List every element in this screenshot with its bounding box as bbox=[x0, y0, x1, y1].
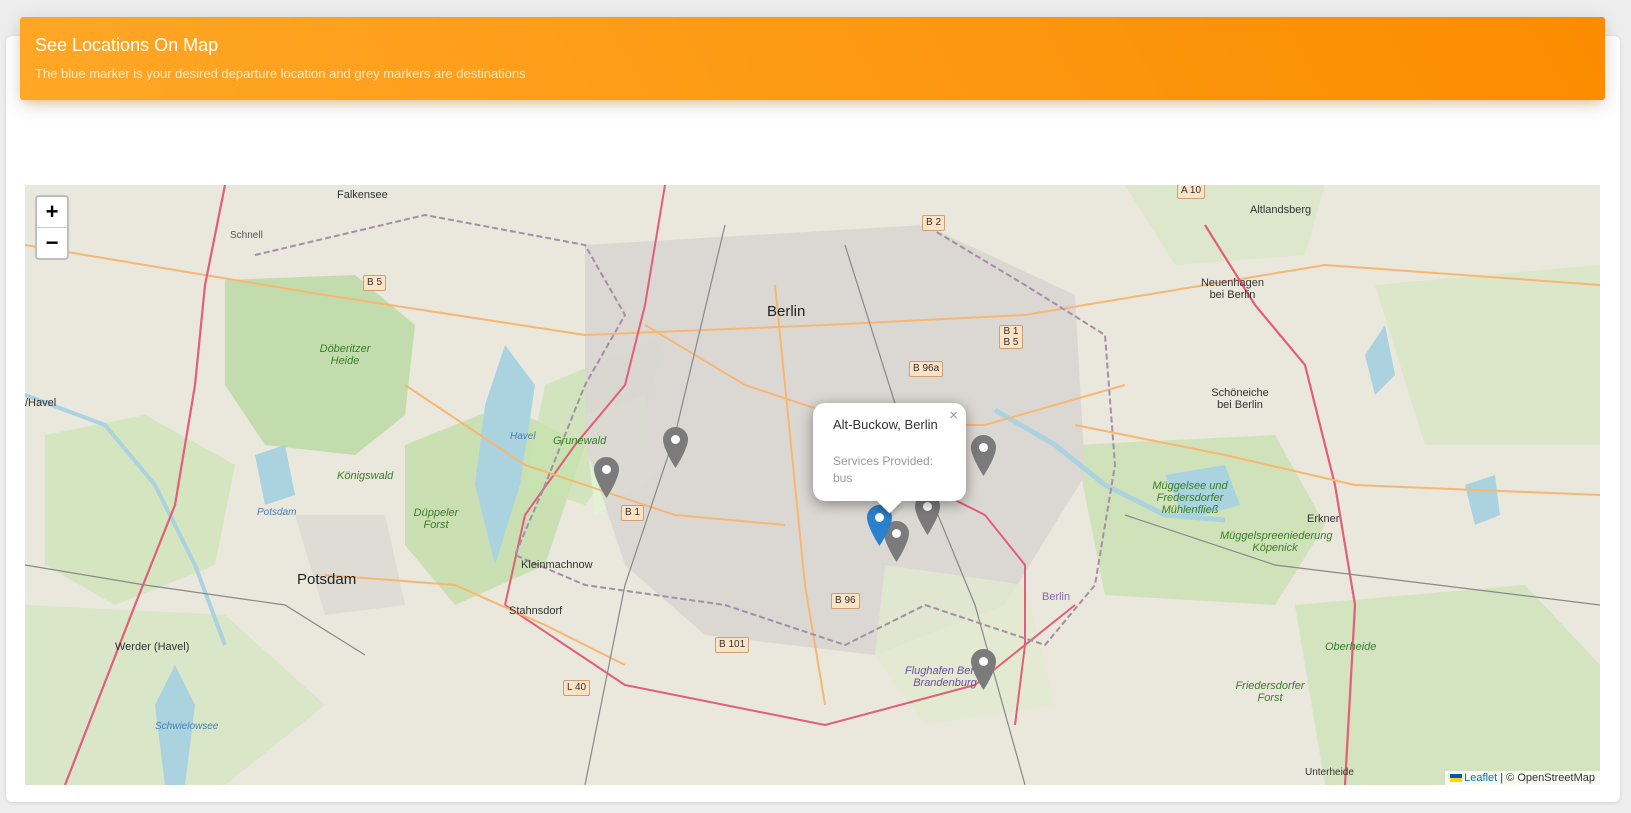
zoom-in-button[interactable]: + bbox=[37, 197, 67, 228]
header-subtitle: The blue marker is your desired departur… bbox=[35, 66, 526, 81]
label-grunewald: Grunewald bbox=[553, 435, 607, 447]
label-muggelspree: Müggelspreeniederung Köpenick bbox=[1220, 530, 1333, 554]
shield-b96a: B 96a bbox=[909, 361, 944, 377]
popup-title: Alt-Buckow, Berlin bbox=[833, 417, 938, 432]
destination-marker[interactable] bbox=[971, 649, 996, 690]
label-havel-water: Havel bbox=[510, 431, 536, 442]
label-oberheide: Oberheide bbox=[1325, 641, 1377, 653]
osm-attribution: | © OpenStreetMap bbox=[1497, 772, 1595, 784]
label-unterheide: Unterheide bbox=[1305, 767, 1354, 778]
shield-b1: B 1 bbox=[621, 505, 645, 521]
label-neuenhagen: Neuenhagen bei Berlin bbox=[1200, 277, 1264, 301]
zoom-out-button[interactable]: − bbox=[37, 228, 67, 258]
label-dueppeler: Düppeler Forst bbox=[413, 507, 459, 531]
label-werder: Werder (Havel) bbox=[115, 641, 190, 653]
destination-marker[interactable] bbox=[971, 435, 996, 476]
shield-b96: B 96 bbox=[831, 593, 860, 609]
label-potsdam: Potsdam bbox=[297, 571, 357, 588]
label-schoeneiche: Schöneiche bei Berlin bbox=[1211, 387, 1269, 411]
shield-b2: B 2 bbox=[922, 215, 946, 231]
destination-marker[interactable] bbox=[663, 427, 688, 468]
label-schnell: Schnell bbox=[230, 230, 263, 241]
label-friedersdorfer: Friedersdorfer Forst bbox=[1235, 680, 1305, 704]
label-kleinmachnow: Kleinmachnow bbox=[521, 559, 593, 571]
close-icon[interactable]: × bbox=[949, 407, 958, 424]
label-muggelsee: Müggelsee und Fredersdorfer Mühlenfließ bbox=[1152, 480, 1228, 516]
popup-services: Services Provided: bus bbox=[833, 454, 934, 485]
label-berlin: Berlin bbox=[767, 303, 806, 320]
zoom-control: + − bbox=[35, 195, 69, 260]
card-header: See Locations On Map The blue marker is … bbox=[20, 17, 1605, 100]
label-erkner: Erkner bbox=[1307, 513, 1340, 525]
leaflet-link[interactable]: Leaflet bbox=[1464, 772, 1497, 784]
destination-marker[interactable] bbox=[594, 457, 619, 498]
shield-a10: A 10 bbox=[1177, 185, 1206, 199]
location-popup: × Alt-Buckow, Berlin Services Provided: … bbox=[813, 403, 966, 514]
header-title: See Locations On Map bbox=[35, 35, 219, 55]
shield-b101: B 101 bbox=[715, 637, 750, 653]
label-doeberitzer: Döberitzer Heide bbox=[319, 343, 371, 367]
shield-b1b5: B 1 B 5 bbox=[999, 325, 1023, 349]
label-stahnsdorf: Stahnsdorf bbox=[509, 605, 563, 617]
map-attribution: Leaflet | © OpenStreetMap bbox=[1445, 771, 1600, 785]
label-potsdam-small: Potsdam bbox=[257, 507, 297, 518]
shield-l40: L 40 bbox=[563, 680, 591, 696]
label-falkensee: Falkensee bbox=[337, 189, 388, 201]
label-berlin-small: Berlin bbox=[1042, 591, 1071, 603]
ukraine-flag-icon bbox=[1450, 774, 1463, 783]
label-koenigswald: Königswald bbox=[337, 470, 394, 482]
label-altlandsberg: Altlandsberg bbox=[1250, 204, 1312, 216]
label-schwielowsee: Schwielowsee bbox=[155, 721, 219, 732]
shield-b5: B 5 bbox=[363, 275, 387, 291]
label-havel: /Havel bbox=[25, 397, 57, 409]
